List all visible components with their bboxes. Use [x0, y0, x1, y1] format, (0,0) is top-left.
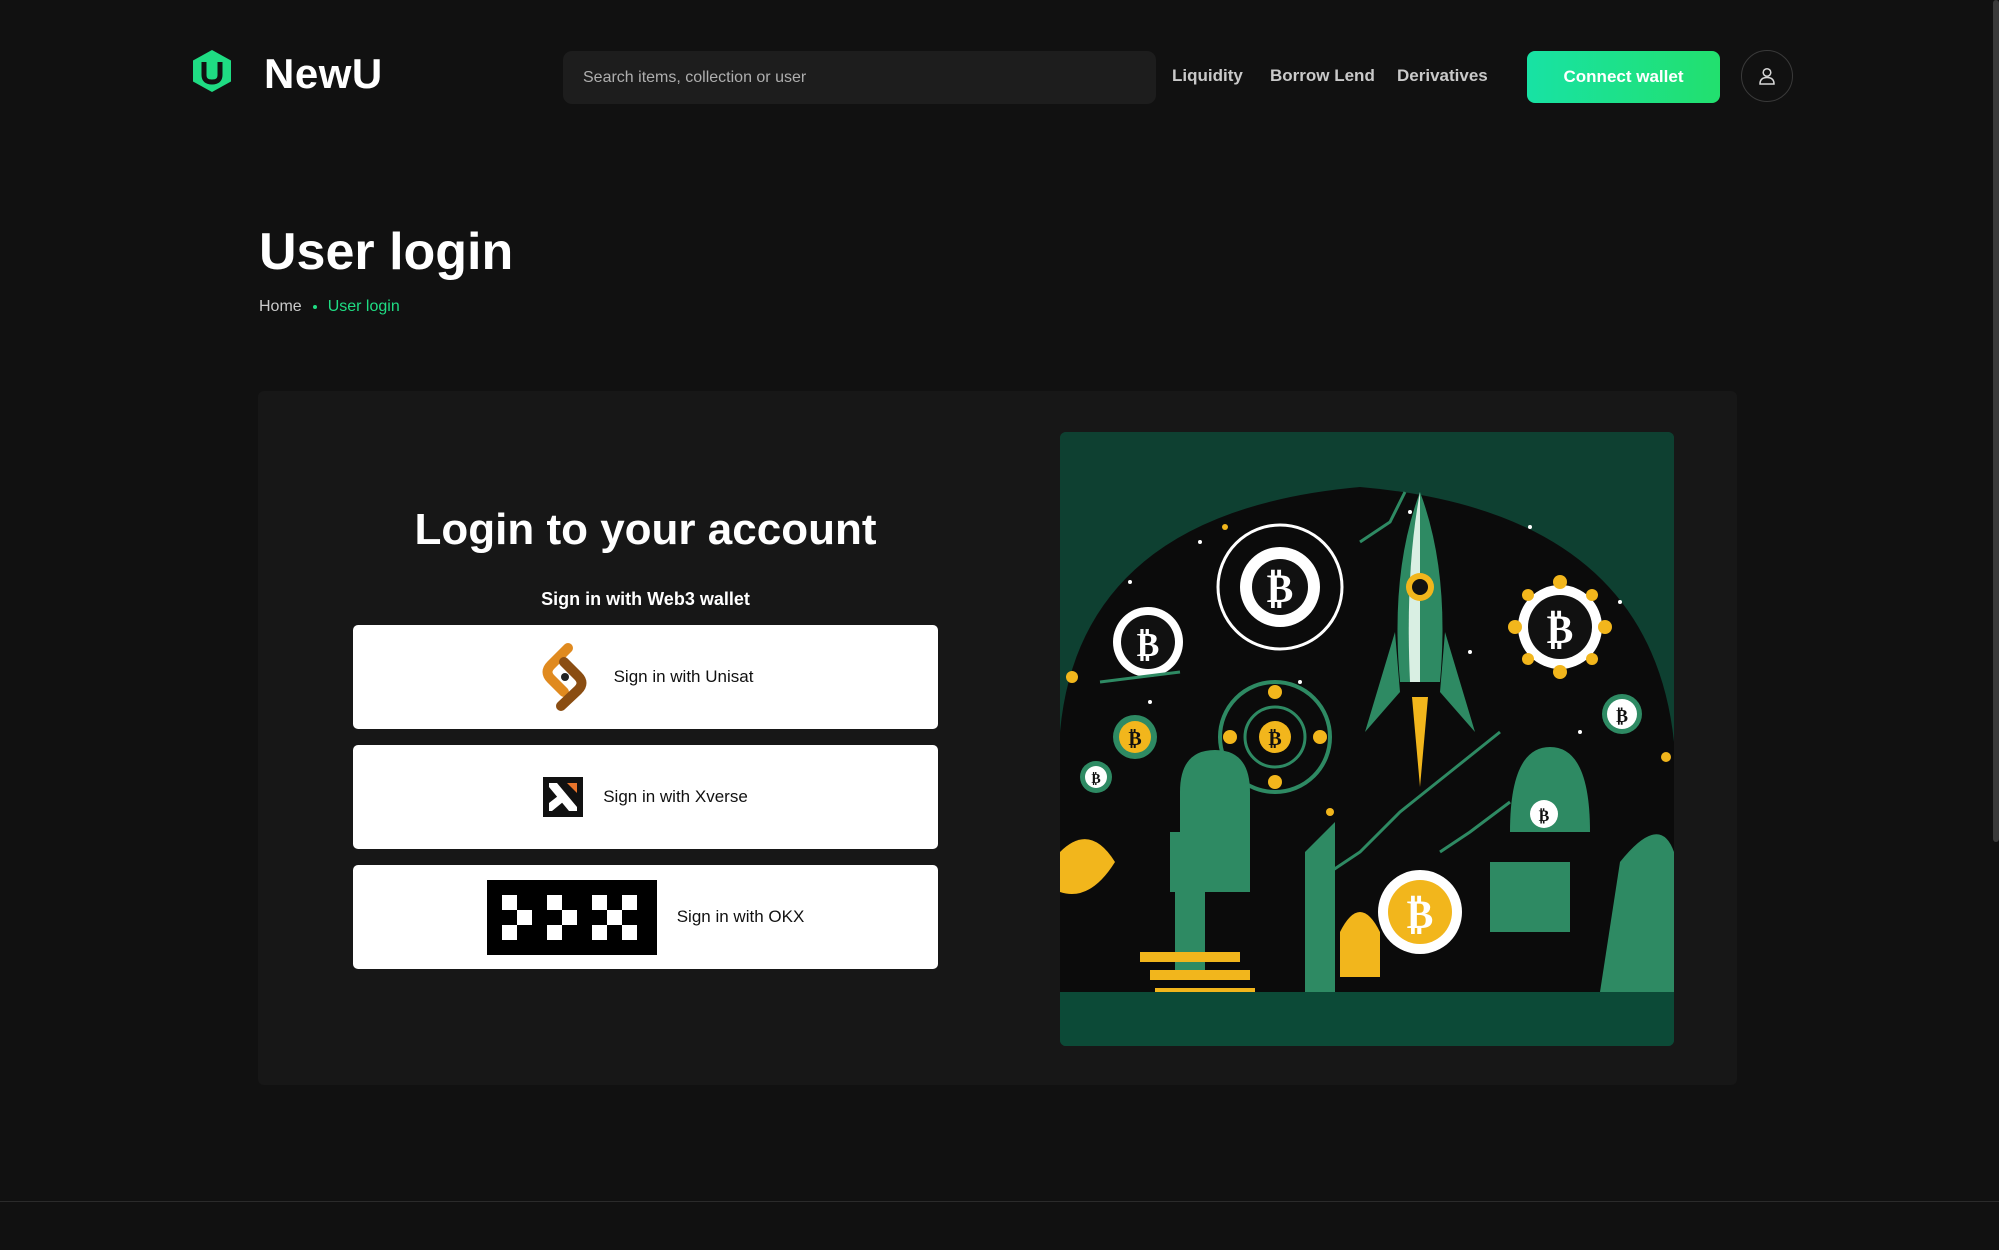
svg-text:₿: ₿: [1547, 607, 1574, 653]
xverse-icon: [543, 777, 584, 817]
newu-logo-icon[interactable]: [190, 48, 234, 94]
sign-in-unisat-label: Sign in with Unisat: [613, 667, 754, 686]
login-title: Login to your account: [414, 505, 877, 554]
unisat-icon: [538, 643, 594, 711]
sign-in-xverse-label: Sign in with Xverse: [603, 787, 748, 806]
connect-wallet-button[interactable]: Connect wallet: [1527, 51, 1720, 103]
sign-in-okx-button[interactable]: Sign in with OKX: [353, 865, 938, 969]
footer-divider: [0, 1201, 1999, 1202]
brand-name[interactable]: NewU: [264, 50, 383, 98]
user-profile-button[interactable]: [1741, 50, 1793, 102]
search-input[interactable]: [563, 51, 1156, 104]
page-title: User login: [259, 223, 514, 281]
sign-in-xverse-button[interactable]: Sign in with Xverse: [353, 745, 938, 849]
nav-borrow-lend[interactable]: Borrow Lend: [1270, 66, 1375, 86]
svg-text:₿: ₿: [1267, 566, 1294, 612]
header: NewU Liquidity Borrow Lend Derivatives C…: [0, 0, 1999, 155]
svg-text:₿: ₿: [1268, 726, 1281, 750]
svg-text:₿: ₿: [1539, 806, 1550, 825]
web3-subtitle: Sign in with Web3 wallet: [541, 589, 750, 609]
svg-text:₿: ₿: [1091, 771, 1100, 787]
page-scrollbar[interactable]: [1993, 0, 1999, 842]
svg-text:₿: ₿: [1128, 726, 1141, 750]
sign-in-okx-label: Sign in with OKX: [676, 907, 805, 926]
breadcrumb-separator: [312, 305, 317, 309]
breadcrumb-current: User login: [327, 298, 400, 315]
svg-text:₿: ₿: [1616, 706, 1628, 727]
nav-liquidity[interactable]: Liquidity: [1172, 66, 1243, 86]
nav-derivatives[interactable]: Derivatives: [1397, 66, 1488, 86]
svg-text:₿: ₿: [1137, 625, 1160, 665]
bitcoin-rocket-illustration: ₿ ₿ ₿ ₿ ₿ ₿ ₿ ₿ ₿: [1060, 432, 1674, 1046]
breadcrumb-home[interactable]: Home: [259, 298, 302, 316]
sign-in-unisat-button[interactable]: Sign in with Unisat: [353, 625, 938, 729]
okx-icon: [486, 879, 657, 955]
breadcrumb: Home User login: [259, 298, 400, 316]
svg-text:₿: ₿: [1407, 892, 1434, 938]
user-icon: [1759, 67, 1775, 85]
